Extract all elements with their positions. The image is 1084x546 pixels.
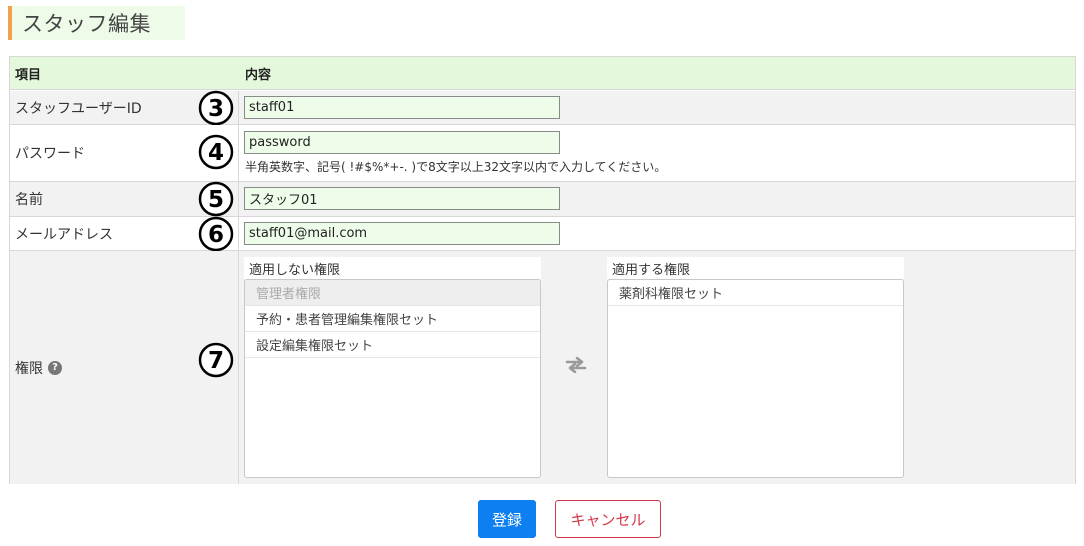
password-input[interactable]	[244, 131, 560, 154]
svg-text:4: 4	[208, 140, 224, 166]
permissions-label-text: 権限	[15, 360, 43, 377]
marker-7-icon: 7	[198, 342, 234, 378]
unapplied-permissions-title: 適用しない権限	[244, 257, 541, 279]
list-item[interactable]: 設定編集権限セット	[245, 332, 540, 358]
list-item[interactable]: 薬剤科権限セット	[608, 280, 903, 306]
password-hint: 半角英数字、記号( !#$%*+-. )で8文字以上32文字以内で入力してくださ…	[245, 160, 667, 174]
svg-text:5: 5	[208, 187, 224, 213]
name-input[interactable]	[244, 187, 560, 210]
svg-text:6: 6	[208, 222, 224, 248]
header-content: 内容	[245, 67, 272, 83]
row-name: 名前 5	[10, 181, 1075, 217]
staff-id-input[interactable]	[244, 96, 560, 119]
row-password: パスワード 4 半角英数字、記号( !#$%*+-. )で8文字以上32文字以内…	[10, 125, 1075, 182]
page-title-text: スタッフ編集	[22, 12, 151, 36]
staff-form-table: 項目 内容 スタッフユーザーID 3 パスワード 4 半角英数字、記号( !#$…	[9, 56, 1076, 484]
help-icon[interactable]: ?	[48, 360, 62, 375]
list-item[interactable]: 予約・患者管理編集権限セット	[245, 306, 540, 332]
row-email: メールアドレス 6	[10, 216, 1075, 252]
submit-button[interactable]: 登録	[478, 500, 536, 538]
row-permissions: 権限 ? 7 適用しない権限 管理者権限 予約・患者管理編集権限セット 設定編集…	[10, 251, 1075, 484]
unapplied-permissions-list[interactable]: 管理者権限 予約・患者管理編集権限セット 設定編集権限セット	[244, 279, 541, 478]
email-input[interactable]	[244, 222, 560, 245]
marker-4-icon: 4	[198, 134, 234, 170]
table-header-row: 項目 内容	[10, 57, 1075, 90]
marker-3-icon: 3	[198, 90, 234, 126]
applied-permissions-title: 適用する権限	[607, 257, 904, 279]
marker-5-icon: 5	[198, 181, 234, 217]
cancel-button[interactable]: キャンセル	[555, 500, 661, 538]
swap-arrows-icon	[564, 353, 588, 377]
list-item: 管理者権限	[245, 280, 540, 306]
applied-permissions-list[interactable]: 薬剤科権限セット	[607, 279, 904, 478]
marker-6-icon: 6	[198, 216, 234, 252]
svg-text:7: 7	[208, 348, 224, 374]
row-staff-id: スタッフユーザーID 3	[10, 90, 1075, 126]
header-item: 項目	[15, 67, 42, 83]
page-title: スタッフ編集	[8, 6, 185, 40]
svg-text:3: 3	[208, 96, 224, 122]
